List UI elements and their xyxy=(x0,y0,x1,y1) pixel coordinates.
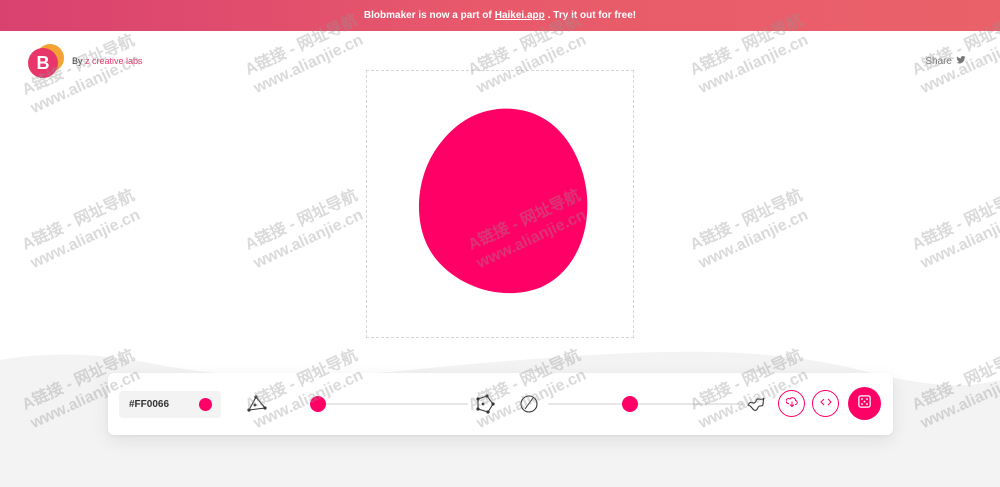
complexity-slider-track[interactable] xyxy=(318,403,468,405)
announcement-banner: Blobmaker is now a part of Haikei.app . … xyxy=(0,0,1000,31)
contrast-slider-thumb[interactable] xyxy=(622,396,638,412)
banner-text-prefix: Blobmaker is now a part of xyxy=(363,10,492,21)
blob-svg xyxy=(418,108,588,294)
circle-icon xyxy=(518,393,540,415)
code-icon xyxy=(819,395,832,413)
share-button[interactable]: Share xyxy=(925,55,966,68)
contrast-slider-track[interactable] xyxy=(548,403,743,405)
color-hex-value: #FF0066 xyxy=(129,399,170,410)
byline: By z creative labs xyxy=(72,56,143,66)
code-button[interactable] xyxy=(812,390,839,417)
share-label: Share xyxy=(925,56,952,67)
controls-toolbar: #FF0066 xyxy=(108,373,893,435)
z-creative-labs-link[interactable]: z creative labs xyxy=(85,56,143,66)
color-swatch[interactable] xyxy=(199,398,212,411)
watermark: A链接 - 网址导航 www.alianjie.cn xyxy=(687,187,811,273)
byline-prefix: By xyxy=(72,56,83,66)
brand: B By z creative labs xyxy=(28,44,143,78)
blobmaker-logo[interactable]: B xyxy=(28,44,64,78)
blob-shape xyxy=(418,108,588,294)
haikei-link[interactable]: Haikei.app xyxy=(495,10,545,21)
dice-icon xyxy=(857,394,872,414)
twitter-icon xyxy=(956,55,966,68)
polygon-nodes-icon xyxy=(473,393,495,415)
download-button[interactable] xyxy=(778,390,805,417)
banner-text-suffix: . Try it out for free! xyxy=(547,10,637,21)
wobbly-shape-icon xyxy=(745,393,767,415)
logo-pink-blob: B xyxy=(28,48,58,78)
blob-canvas xyxy=(366,70,634,338)
complexity-slider-thumb[interactable] xyxy=(310,396,326,412)
triangle-nodes-icon xyxy=(246,393,268,415)
randomize-button[interactable] xyxy=(848,387,881,420)
watermark: A链接 - 网址导航 www.alianjie.cn xyxy=(19,187,143,273)
watermark: A链接 - 网址导航 www.alianjie.cn xyxy=(242,187,366,273)
download-icon xyxy=(785,395,798,413)
logo-letter: B xyxy=(36,52,50,73)
color-picker[interactable]: #FF0066 xyxy=(119,391,221,418)
watermark: A链接 - 网址导航 www.alianjie.cn xyxy=(909,187,1000,273)
